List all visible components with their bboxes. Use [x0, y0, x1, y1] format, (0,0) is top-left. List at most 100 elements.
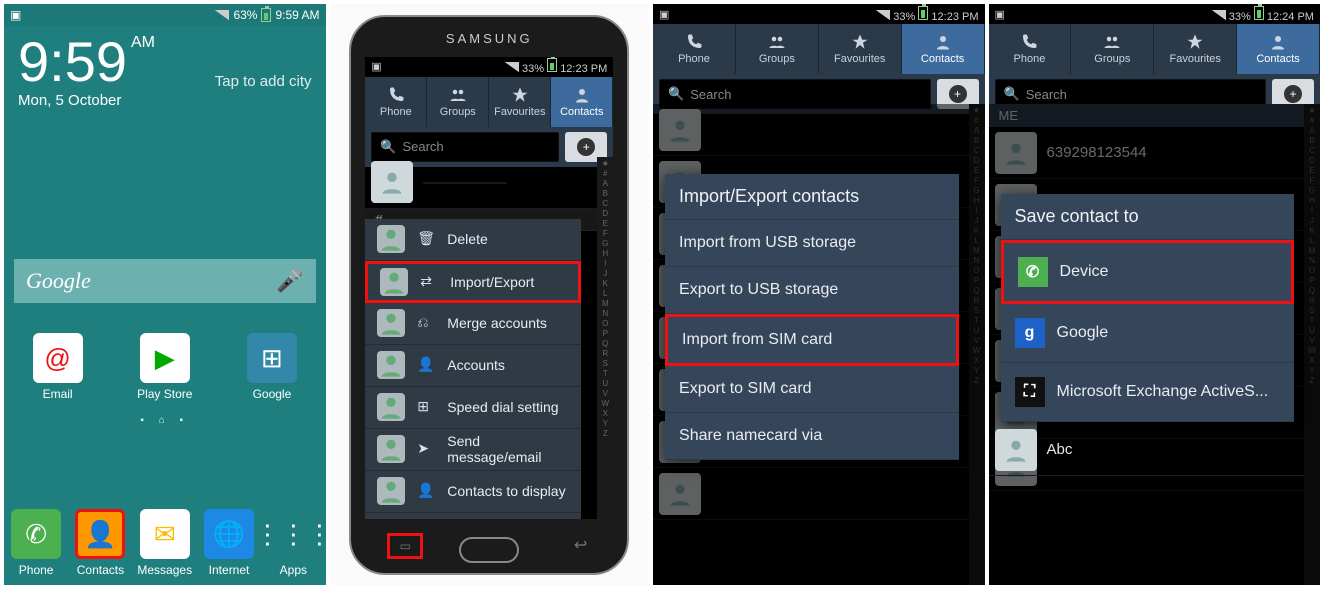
tab-label: Groups [759, 53, 795, 65]
groups-tab[interactable]: Groups [736, 24, 819, 74]
index-letter[interactable]: D [597, 209, 613, 219]
phone-app[interactable]: ✆Phone [7, 509, 65, 577]
contact-name: Abc [1047, 441, 1073, 458]
tab-label: Groups [1094, 53, 1130, 65]
index-letter[interactable]: Q [597, 339, 613, 349]
avatar [371, 161, 413, 203]
menu-contacts-display[interactable]: 👤Contacts to display [365, 471, 581, 513]
index-letter[interactable]: R [597, 349, 613, 359]
index-letter[interactable]: Y [597, 419, 613, 429]
menu-import-export[interactable]: ⇄Import/Export [365, 261, 581, 303]
google-folder[interactable]: ⊞Google [242, 333, 302, 401]
menu-speed-dial[interactable]: ⊞Speed dial setting [365, 387, 581, 429]
menu-settings[interactable]: ⚙Settings [365, 513, 581, 519]
index-letter[interactable]: B [597, 189, 613, 199]
home-button[interactable] [459, 537, 519, 563]
index-letter[interactable]: V [597, 389, 613, 399]
contacts-tab[interactable]: Contacts [1237, 24, 1320, 74]
index-letter[interactable]: G [597, 239, 613, 249]
index-letter[interactable]: P [597, 329, 613, 339]
status-time: 9:59 AM [275, 8, 319, 22]
tab-label: Contacts [921, 53, 964, 65]
index-letter[interactable]: K [597, 279, 613, 289]
phone-tab[interactable]: Phone [365, 77, 427, 127]
import-export-dialog-panel: ▣ 33% 12:23 PM PhoneGroupsFavouritesCont… [653, 4, 984, 585]
index-letter[interactable]: F [597, 229, 613, 239]
export-sim[interactable]: Export to SIM card [665, 366, 958, 413]
dialog-item-label: Import from SIM card [682, 331, 832, 349]
page-indicator: ▪ ⌂ ▪ [4, 415, 326, 426]
index-letter[interactable]: Z [597, 429, 613, 439]
groups-tab[interactable]: Groups [1071, 24, 1154, 74]
save-google[interactable]: gGoogle [1001, 304, 1294, 363]
menu-send[interactable]: ➤Send message/email [365, 429, 581, 471]
save-device[interactable]: ✆Device [1001, 240, 1294, 304]
index-letter[interactable]: T [597, 369, 613, 379]
battery-icon [918, 6, 928, 20]
alpha-index[interactable]: ★#ABCDEFGHIJKLMNOPQRSTUVWXYZ [597, 157, 613, 519]
phone-tab[interactable]: Phone [653, 24, 736, 74]
favourites-tab[interactable]: Favourites [489, 77, 551, 127]
menu-delete[interactable]: 🗑Delete [365, 219, 581, 261]
import-sim[interactable]: Import from SIM card [665, 314, 958, 366]
contacts-tab[interactable]: Contacts [551, 77, 613, 127]
weather-add-city[interactable]: Tap to add city [215, 73, 312, 90]
import-usb[interactable]: Import from USB storage [665, 220, 958, 267]
index-letter[interactable]: I [597, 259, 613, 269]
contacts-app[interactable]: 👤Contacts [71, 509, 129, 577]
index-letter[interactable]: S [597, 359, 613, 369]
index-letter[interactable]: M [597, 299, 613, 309]
notification-icon: ▣ [10, 8, 21, 22]
menu-merge[interactable]: ⎌Merge accounts [365, 303, 581, 345]
favourites-tab[interactable]: Favourites [1154, 24, 1237, 74]
index-letter[interactable]: L [597, 289, 613, 299]
tab-label: Contacts [560, 106, 603, 118]
search-icon: 🔍 [1004, 86, 1020, 102]
email-app[interactable]: @Email [28, 333, 88, 401]
contact-row[interactable]: Abc [989, 424, 1304, 476]
apps-drawer[interactable]: ⋮⋮⋮Apps [264, 509, 322, 577]
index-letter[interactable]: J [597, 269, 613, 279]
index-letter[interactable]: N [597, 309, 613, 319]
contacts-tab[interactable]: Contacts [902, 24, 985, 74]
menu-softkey[interactable]: ▭ [387, 533, 423, 559]
index-letter[interactable]: X [597, 409, 613, 419]
index-letter[interactable]: C [597, 199, 613, 209]
phone-bezel: SAMSUNG ▣ 33% 12:23 PM PhoneGroupsFavour… [349, 15, 629, 575]
signal-icon [505, 62, 519, 72]
export-usb[interactable]: Export to USB storage [665, 267, 958, 314]
app-label: Play Store [135, 387, 195, 401]
save-exchange[interactable]: ⛶Microsoft Exchange ActiveS... [1001, 363, 1294, 422]
favourites-tab[interactable]: Favourites [819, 24, 902, 74]
index-letter[interactable]: A [597, 179, 613, 189]
internet-app[interactable]: 🌐Internet [200, 509, 258, 577]
playstore-app-icon: ▶ [140, 333, 190, 383]
contacts-app-screen: ▣ 33% 12:23 PM PhoneGroupsFavouritesCont… [365, 57, 613, 519]
index-letter[interactable]: U [597, 379, 613, 389]
index-letter[interactable]: W [597, 399, 613, 409]
dialog-item-label: Google [1057, 324, 1109, 342]
index-letter[interactable]: E [597, 219, 613, 229]
index-letter[interactable]: H [597, 249, 613, 259]
index-letter[interactable]: O [597, 319, 613, 329]
back-softkey[interactable]: ↩ [574, 535, 587, 555]
account-type-icon: ⛶ [1015, 377, 1045, 407]
messages-app[interactable]: ✉Messages [136, 509, 194, 577]
index-letter[interactable]: # [597, 169, 613, 179]
phone-tab[interactable]: Phone [989, 24, 1072, 74]
phone-brand: SAMSUNG [351, 31, 627, 46]
contact-row[interactable]: –––––––––– [365, 157, 597, 209]
google-search-widget[interactable]: Google 🎤 [14, 259, 316, 303]
search-placeholder: Search [690, 87, 731, 102]
playstore-app[interactable]: ▶ Play Store [135, 333, 195, 401]
search-icon: 🔍 [380, 139, 396, 155]
share-namecard[interactable]: Share namecard via [665, 413, 958, 460]
mic-icon[interactable]: 🎤 [276, 268, 303, 294]
tab-label: Favourites [1170, 53, 1221, 65]
tab-label: Favourites [494, 106, 545, 118]
app-label: Internet [200, 563, 258, 577]
menu-accounts[interactable]: 👤Accounts [365, 345, 581, 387]
tab-label: Contacts [1256, 53, 1299, 65]
index-letter[interactable]: ★ [597, 159, 613, 169]
groups-tab[interactable]: Groups [427, 77, 489, 127]
